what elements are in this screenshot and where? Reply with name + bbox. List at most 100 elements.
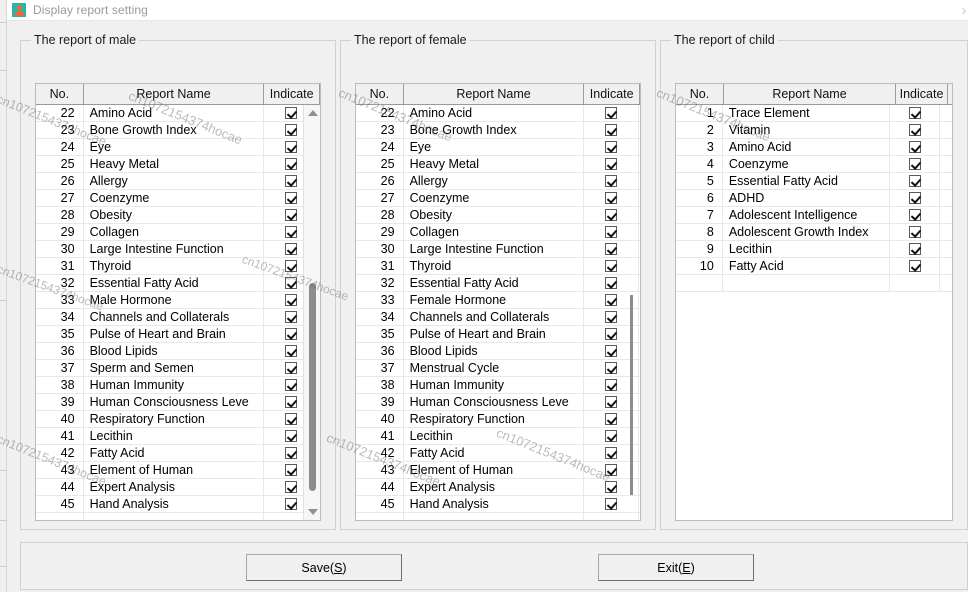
cell-indicate[interactable] bbox=[890, 258, 941, 274]
table-row[interactable]: 40 Respiratory Function bbox=[356, 411, 640, 428]
checkbox-checked-icon[interactable] bbox=[604, 430, 617, 442]
table-row[interactable]: 4 Coenzyme bbox=[676, 156, 952, 173]
table-row[interactable]: 22 Amino Acid bbox=[36, 105, 320, 122]
checkbox-checked-icon[interactable] bbox=[908, 209, 921, 221]
checkbox-checked-icon[interactable] bbox=[284, 311, 297, 323]
checkbox-checked-icon[interactable] bbox=[908, 107, 921, 119]
table-row[interactable]: 23 Bone Growth Index bbox=[356, 122, 640, 139]
checkbox-checked-icon[interactable] bbox=[284, 226, 297, 238]
scrollbar-thumb[interactable] bbox=[630, 295, 633, 495]
table-row[interactable]: 25 Heavy Metal bbox=[356, 156, 640, 173]
table-row[interactable]: 22 Amino Acid bbox=[356, 105, 640, 122]
column-header-indicate[interactable]: Indicate bbox=[584, 84, 640, 105]
table-row[interactable]: 9 Lecithin bbox=[676, 241, 952, 258]
table-row[interactable]: 36 Blood Lipids bbox=[356, 343, 640, 360]
checkbox-checked-icon[interactable] bbox=[284, 328, 297, 340]
table-row[interactable]: 35 Pulse of Heart and Brain bbox=[356, 326, 640, 343]
table-male[interactable]: No. Report Name Indicate 22 Amino Acid 23 B… bbox=[35, 83, 321, 521]
table-row[interactable]: 24 Eye bbox=[356, 139, 640, 156]
checkbox-checked-icon[interactable] bbox=[284, 498, 297, 510]
table-row[interactable]: 37 Menstrual Cycle bbox=[356, 360, 640, 377]
checkbox-checked-icon[interactable] bbox=[908, 226, 921, 238]
table-row[interactable]: 30 Large Intestine Function bbox=[356, 241, 640, 258]
table-row[interactable]: 43 Element of Human bbox=[36, 462, 320, 479]
checkbox-checked-icon[interactable] bbox=[604, 192, 617, 204]
checkbox-checked-icon[interactable] bbox=[604, 141, 617, 153]
cell-indicate[interactable] bbox=[890, 224, 941, 240]
column-header-indicate[interactable]: Indicate bbox=[896, 84, 948, 105]
cell-indicate[interactable] bbox=[890, 207, 941, 223]
table-row[interactable]: 29 Collagen bbox=[36, 224, 320, 241]
table-row[interactable]: 31 Thyroid bbox=[36, 258, 320, 275]
checkbox-checked-icon[interactable] bbox=[284, 413, 297, 425]
checkbox-checked-icon[interactable] bbox=[604, 464, 617, 476]
checkbox-checked-icon[interactable] bbox=[604, 226, 617, 238]
checkbox-checked-icon[interactable] bbox=[284, 464, 297, 476]
checkbox-checked-icon[interactable] bbox=[604, 294, 617, 306]
table-row[interactable]: 28 Obesity bbox=[356, 207, 640, 224]
checkbox-checked-icon[interactable] bbox=[604, 311, 617, 323]
table-row[interactable]: 25 Heavy Metal bbox=[36, 156, 320, 173]
checkbox-checked-icon[interactable] bbox=[604, 175, 617, 187]
checkbox-checked-icon[interactable] bbox=[908, 141, 921, 153]
column-header-no[interactable]: No. bbox=[676, 84, 724, 105]
table-row[interactable]: 43 Element of Human bbox=[356, 462, 640, 479]
checkbox-checked-icon[interactable] bbox=[284, 158, 297, 170]
checkbox-checked-icon[interactable] bbox=[604, 396, 617, 408]
checkbox-checked-icon[interactable] bbox=[604, 107, 617, 119]
table-row[interactable]: 1 Trace Element bbox=[676, 105, 952, 122]
checkbox-checked-icon[interactable] bbox=[284, 481, 297, 493]
column-header-name[interactable]: Report Name bbox=[403, 84, 585, 105]
table-row[interactable]: 38 Human Immunity bbox=[36, 377, 320, 394]
table-row[interactable]: 33 Female Hormone bbox=[356, 292, 640, 309]
table-row[interactable]: 10 Fatty Acid bbox=[676, 258, 952, 275]
checkbox-checked-icon[interactable] bbox=[284, 447, 297, 459]
cell-indicate[interactable] bbox=[890, 156, 941, 172]
close-icon[interactable]: › bbox=[956, 3, 968, 19]
checkbox-checked-icon[interactable] bbox=[908, 260, 921, 272]
table-row[interactable]: 45 Hand Analysis bbox=[356, 496, 640, 513]
scrollbar-male[interactable] bbox=[303, 105, 320, 520]
checkbox-checked-icon[interactable] bbox=[604, 413, 617, 425]
checkbox-checked-icon[interactable] bbox=[284, 175, 297, 187]
table-row[interactable]: 2 Vitamin bbox=[676, 122, 952, 139]
save-button[interactable]: Save(S) bbox=[246, 554, 402, 581]
table-row[interactable]: 32 Essential Fatty Acid bbox=[36, 275, 320, 292]
table-row[interactable]: 7 Adolescent Intelligence bbox=[676, 207, 952, 224]
checkbox-checked-icon[interactable] bbox=[604, 345, 617, 357]
table-row[interactable]: 26 Allergy bbox=[356, 173, 640, 190]
checkbox-checked-icon[interactable] bbox=[284, 141, 297, 153]
checkbox-checked-icon[interactable] bbox=[284, 277, 297, 289]
table-female[interactable]: No. Report Name Indicate 22 Amino Acid 23 B… bbox=[355, 83, 641, 521]
checkbox-checked-icon[interactable] bbox=[604, 124, 617, 136]
table-row[interactable]: 32 Essential Fatty Acid bbox=[356, 275, 640, 292]
checkbox-checked-icon[interactable] bbox=[604, 328, 617, 340]
table-row[interactable]: 40 Respiratory Function bbox=[36, 411, 320, 428]
table-row[interactable]: 30 Large Intestine Function bbox=[36, 241, 320, 258]
table-row[interactable]: 39 Human Consciousness Leve bbox=[356, 394, 640, 411]
table-row[interactable]: 34 Channels and Collaterals bbox=[36, 309, 320, 326]
checkbox-checked-icon[interactable] bbox=[284, 345, 297, 357]
table-row[interactable]: 6 ADHD bbox=[676, 190, 952, 207]
checkbox-checked-icon[interactable] bbox=[908, 243, 921, 255]
cell-indicate[interactable] bbox=[890, 122, 941, 138]
checkbox-checked-icon[interactable] bbox=[284, 192, 297, 204]
checkbox-checked-icon[interactable] bbox=[604, 481, 617, 493]
column-header-no[interactable]: No. bbox=[356, 84, 404, 105]
cell-indicate[interactable] bbox=[890, 105, 941, 121]
table-row[interactable]: 8 Adolescent Growth Index bbox=[676, 224, 952, 241]
checkbox-checked-icon[interactable] bbox=[284, 396, 297, 408]
checkbox-checked-icon[interactable] bbox=[284, 294, 297, 306]
checkbox-checked-icon[interactable] bbox=[604, 260, 617, 272]
table-child[interactable]: No. Report Name Indicate 1 Trace Element 2… bbox=[675, 83, 953, 521]
checkbox-checked-icon[interactable] bbox=[284, 379, 297, 391]
table-row[interactable]: 41 Lecithin bbox=[36, 428, 320, 445]
table-row[interactable]: 26 Allergy bbox=[36, 173, 320, 190]
table-row[interactable]: 35 Pulse of Heart and Brain bbox=[36, 326, 320, 343]
table-row[interactable]: 33 Male Hormone bbox=[36, 292, 320, 309]
table-row[interactable]: 39 Human Consciousness Leve bbox=[36, 394, 320, 411]
table-row[interactable]: 42 Fatty Acid bbox=[356, 445, 640, 462]
table-row[interactable]: 27 Coenzyme bbox=[356, 190, 640, 207]
column-header-empty[interactable] bbox=[948, 84, 952, 105]
table-row[interactable]: 38 Human Immunity bbox=[356, 377, 640, 394]
